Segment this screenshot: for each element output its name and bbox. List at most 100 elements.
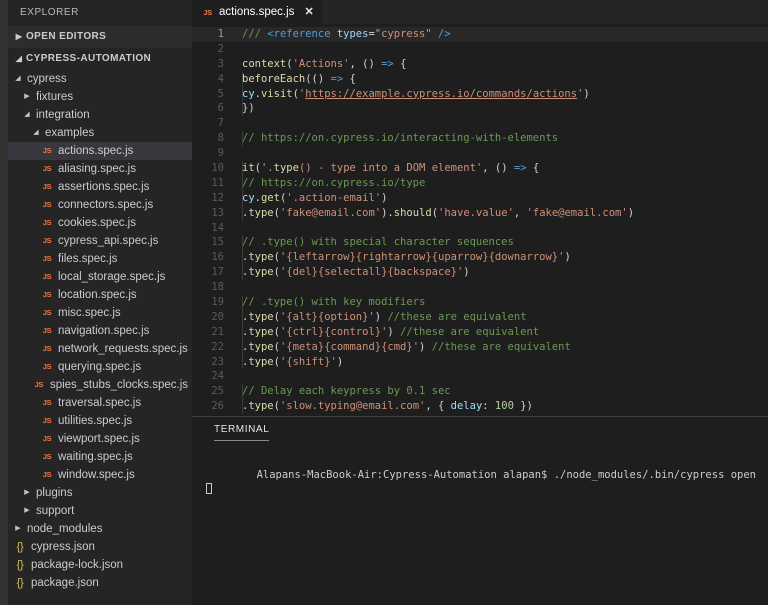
tree-item[interactable]: JS navigation.spec.js [8,322,192,340]
explorer-sidebar: EXPLORER ▶ OPEN EDITORS ◢ CYPRESS-AUTOMA… [8,0,192,605]
code-line[interactable]: 14 [192,221,768,236]
chevron-right-icon[interactable]: ▶ [21,484,33,502]
code-line[interactable]: 21 .type('{ctrl}{control}') //these are … [192,324,768,340]
code-text: beforeEach(() => { [242,71,356,87]
code-text: .type('fake@email.com').should('have.val… [242,205,635,221]
tree-item[interactable]: JS traversal.spec.js [8,394,192,412]
tree-item[interactable]: JS querying.spec.js [8,358,192,376]
tree-item-label: integration [36,109,90,121]
tab-terminal[interactable]: TERMINAL [214,424,270,441]
javascript-file-icon: JS [34,380,44,389]
code-line[interactable]: 3 context('Actions', () => { [192,57,768,72]
tree-item[interactable]: ▶ support [8,502,192,520]
code-line[interactable]: 25 // Delay each keypress by 0.1 sec [192,384,768,400]
tree-item[interactable]: JS location.spec.js [8,286,192,304]
tree-item[interactable]: ▶ node_modules [8,520,192,538]
tree-item-label: aliasing.spec.js [58,163,136,175]
tree-item-label: examples [45,127,95,139]
close-icon[interactable]: ✕ [299,6,313,18]
tree-item[interactable]: JS waiting.spec.js [8,448,192,466]
code-line[interactable]: 9 [192,146,768,161]
tree-item[interactable]: ◢ cypress [8,70,192,88]
section-open-editors[interactable]: ▶ OPEN EDITORS [8,26,192,48]
tree-item[interactable]: {} package-lock.json [8,556,192,574]
code-line[interactable]: 24 [192,369,768,384]
code-line[interactable]: 1 /// <reference types="cypress" /> [192,27,768,42]
code-editor[interactable]: 1/// <reference types="cypress" /> 2 3 cont… [192,24,768,416]
javascript-file-icon: JS [42,416,52,425]
tree-item[interactable]: JS cypress_api.spec.js [8,232,192,250]
code-text: // .type() with key modifiers [242,295,426,310]
tree-item[interactable]: JS cookies.spec.js [8,214,192,232]
code-line[interactable]: 16 .type('{leftarrow}{rightarrow}{uparro… [192,250,768,266]
code-line[interactable]: 23 .type('{shift}') [192,354,768,370]
code-text: .type('{shift}') [242,354,344,370]
tree-item[interactable]: ◢ integration [8,106,192,124]
tree-item[interactable]: JS network_requests.spec.js [8,340,192,358]
terminal-output[interactable]: Alapans-MacBook-Air:Cypress-Automation a… [192,447,768,605]
line-number: 12 [211,191,224,204]
chevron-down-icon: ◢ [15,54,23,63]
code-line[interactable]: 19 // .type() with key modifiers [192,295,768,310]
tree-item[interactable]: JS local_storage.spec.js [8,268,192,286]
chevron-down-icon[interactable]: ◢ [21,106,33,124]
code-line[interactable]: 11 // https://on.cypress.io/type [192,175,768,191]
tab-actions-spec-js[interactable]: JS actions.spec.js ✕ [192,0,322,24]
tree-item-label: connectors.spec.js [58,199,154,211]
tree-item[interactable]: JS misc.spec.js [8,304,192,322]
code-line[interactable]: 7 [192,116,768,131]
code-text: // Delay each keypress by 0.1 sec [242,384,451,400]
code-line[interactable]: 26 .type('slow.typing@email.com', { dela… [192,399,768,415]
code-line[interactable]: 22 .type('{meta}{command}{cmd}') //these… [192,339,768,355]
tree-item-label: local_storage.spec.js [58,271,166,283]
chevron-right-icon[interactable]: ▶ [21,502,33,520]
tree-item[interactable]: JS window.spec.js [8,466,192,484]
tree-item[interactable]: JS viewport.spec.js [8,430,192,448]
tree-item[interactable]: JS spies_stubs_clocks.spec.js [8,376,192,394]
tree-item[interactable]: JS aliasing.spec.js [8,160,192,178]
tree-item[interactable]: JS utilities.spec.js [8,412,192,430]
code-line[interactable]: 6 }) [192,101,768,117]
tree-item[interactable]: ▶ plugins [8,484,192,502]
tree-item[interactable]: {} cypress.json [8,538,192,556]
code-line[interactable]: 20 .type('{alt}{option}') //these are eq… [192,309,768,325]
code-line[interactable]: 2 [192,42,768,57]
line-number: 25 [211,385,224,398]
tree-item[interactable]: JS actions.spec.js [8,142,192,160]
code-text: .type('{alt}{option}') //these are equiv… [242,309,527,325]
tree-item-label: cypress_api.spec.js [58,235,159,247]
code-line[interactable]: 15 // .type() with special character seq… [192,235,768,251]
code-line[interactable]: 10 it('.type() - type into a DOM element… [192,161,768,176]
code-line[interactable]: 5 cy.visit('https://example.cypress.io/c… [192,86,768,102]
line-number: 10 [211,162,224,175]
tab-bar-empty-space [321,0,768,24]
code-line[interactable]: 17 .type('{del}{selectall}{backspace}') [192,265,768,281]
javascript-file-icon: JS [42,452,52,461]
code-line[interactable]: 4 beforeEach(() => { [192,71,768,87]
javascript-file-icon: JS [42,362,52,371]
code-line[interactable]: 13 .type('fake@email.com').should('have.… [192,205,768,221]
tree-item[interactable]: JS connectors.spec.js [8,196,192,214]
tree-item[interactable]: ◢ examples [8,124,192,142]
tree-item[interactable]: {} package.json [8,574,192,592]
code-line[interactable]: 18 [192,280,768,295]
chevron-down-icon[interactable]: ◢ [12,70,24,88]
line-number: 20 [211,310,224,323]
chevron-down-icon[interactable]: ◢ [30,124,42,142]
chevron-right-icon[interactable]: ▶ [21,88,33,106]
line-number: 22 [211,340,224,353]
section-cypress-automation[interactable]: ◢ CYPRESS-AUTOMATION [8,48,192,70]
chevron-right-icon[interactable]: ▶ [12,520,24,538]
code-line[interactable]: 12 cy.get('.action-email') [192,190,768,206]
tree-item[interactable]: ▶ fixtures [8,88,192,106]
activity-bar[interactable] [0,0,8,605]
tree-item[interactable]: JS files.spec.js [8,250,192,268]
tree-item[interactable]: JS assertions.spec.js [8,178,192,196]
code-line[interactable]: 8 // https://on.cypress.io/interacting-w… [192,131,768,147]
file-tree[interactable]: ◢ cypress ▶ fixtures ◢ integration ◢ examples JS… [8,70,192,605]
